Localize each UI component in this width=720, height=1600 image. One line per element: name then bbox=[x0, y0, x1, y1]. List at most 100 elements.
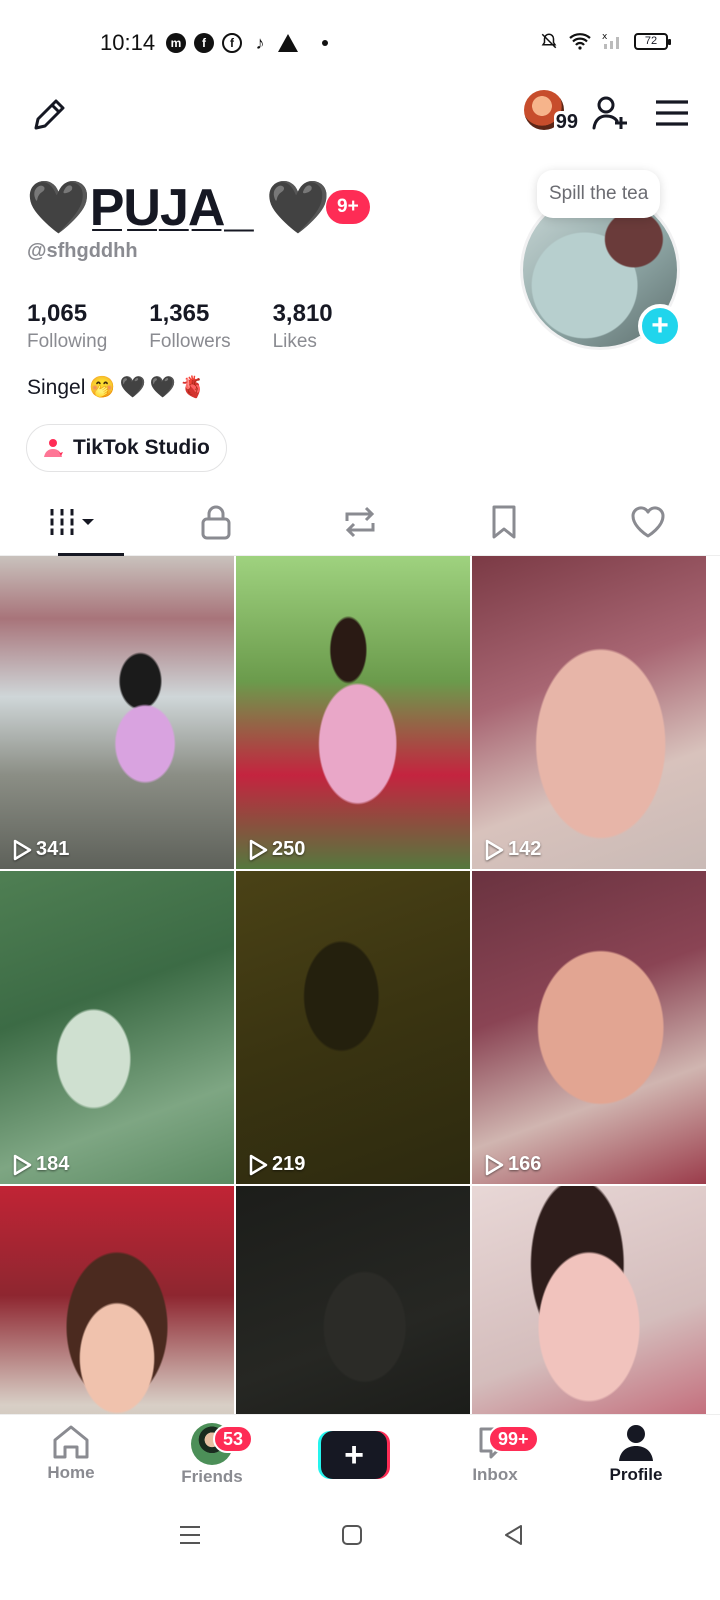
heart-icon bbox=[631, 505, 665, 537]
video-thumbnail[interactable]: 184 bbox=[0, 871, 234, 1184]
create-button[interactable]: + bbox=[318, 1431, 390, 1479]
menu-button[interactable] bbox=[650, 91, 694, 135]
video-thumbnail[interactable]: 142 bbox=[472, 556, 706, 869]
studio-icon bbox=[44, 439, 63, 457]
signal-icon: x bbox=[602, 32, 619, 49]
view-count: 250 bbox=[248, 838, 305, 861]
recents-icon bbox=[180, 1526, 200, 1544]
play-icon bbox=[13, 839, 32, 860]
bio-emoji: 🤭 bbox=[89, 376, 116, 399]
recent-apps-button[interactable] bbox=[170, 1520, 210, 1550]
nav-inbox-label: Inbox bbox=[472, 1465, 518, 1484]
add-friend-button[interactable] bbox=[588, 91, 632, 135]
followers-stat[interactable]: 1,365 Followers bbox=[149, 298, 230, 354]
system-icons: x 72 bbox=[540, 32, 671, 50]
repost-icon bbox=[345, 506, 375, 537]
tiktok-studio-button[interactable]: TikTok Studio bbox=[26, 424, 227, 472]
view-count: 166 bbox=[484, 1153, 541, 1176]
following-label: Following bbox=[27, 331, 108, 352]
system-navigation bbox=[0, 1500, 720, 1600]
facebook-icon: f bbox=[222, 33, 242, 53]
create-plus-icon: + bbox=[321, 1431, 387, 1479]
play-icon bbox=[485, 839, 504, 860]
following-stat[interactable]: 1,065 Following bbox=[27, 298, 107, 354]
tab-liked[interactable] bbox=[576, 488, 720, 555]
profile-stats: 1,065 Following 1,365 Followers 3,810 Li… bbox=[27, 298, 333, 354]
bio-emoji: 🫀 bbox=[179, 376, 207, 399]
back-button[interactable] bbox=[494, 1520, 534, 1550]
profile-header: 99 bbox=[0, 80, 720, 150]
view-count: 219 bbox=[248, 1153, 305, 1176]
video-thumbnail[interactable]: 250 bbox=[236, 556, 470, 869]
view-count-text: 142 bbox=[508, 838, 542, 860]
tab-favorites[interactable] bbox=[432, 488, 576, 555]
likes-count: 3,810 bbox=[272, 300, 333, 327]
add-story-button[interactable]: + bbox=[638, 304, 682, 348]
nav-friends-label: Friends bbox=[181, 1467, 243, 1486]
nav-home-label: Home bbox=[47, 1463, 95, 1482]
bottom-nav: Home Friends 53 + Inbox 99+ Profile bbox=[0, 1414, 720, 1500]
bio-emoji: 🖤 bbox=[149, 376, 176, 399]
messenger-icon: m bbox=[166, 33, 186, 53]
nav-inbox[interactable]: Inbox 99+ bbox=[440, 1423, 550, 1485]
view-count: 341 bbox=[12, 838, 69, 861]
home-icon bbox=[53, 1425, 89, 1459]
video-grid: 341 250 142 184 219 166 bbox=[0, 556, 720, 1414]
videos-grid-icon bbox=[46, 508, 94, 535]
tab-reposts[interactable] bbox=[288, 488, 432, 555]
profile-visitors-button[interactable]: 99 bbox=[524, 90, 580, 136]
facebook-icon: f bbox=[194, 33, 214, 53]
back-triangle-icon bbox=[505, 1525, 522, 1545]
bookmark-icon bbox=[492, 505, 516, 538]
following-count: 1,065 bbox=[27, 300, 88, 327]
friends-badge: 53 bbox=[213, 1425, 254, 1453]
video-thumbnail[interactable] bbox=[0, 1186, 234, 1414]
display-name: 🖤P̲U̲J̲A̲_ 🖤 bbox=[26, 179, 331, 237]
play-icon bbox=[249, 839, 268, 860]
nav-profile[interactable]: Profile bbox=[581, 1423, 691, 1485]
username: @sfhgddhh bbox=[27, 240, 138, 262]
spill-the-tea-tooltip[interactable]: Spill the tea bbox=[537, 170, 661, 218]
warning-icon bbox=[278, 34, 298, 52]
menu-icon bbox=[656, 100, 688, 126]
studio-label: TikTok Studio bbox=[73, 436, 210, 459]
view-count: 142 bbox=[484, 838, 541, 861]
tab-private[interactable] bbox=[144, 488, 288, 555]
video-thumbnail[interactable]: 341 bbox=[0, 556, 234, 869]
edit-profile-button[interactable] bbox=[28, 92, 72, 136]
video-thumbnail[interactable] bbox=[236, 1186, 470, 1414]
view-count-text: 341 bbox=[36, 838, 70, 860]
nav-home[interactable]: Home bbox=[16, 1423, 126, 1483]
home-system-button[interactable] bbox=[332, 1520, 372, 1550]
followers-label: Followers bbox=[149, 331, 231, 352]
bio-text: Singel bbox=[27, 376, 86, 399]
nav-friends[interactable]: Friends 53 bbox=[157, 1423, 267, 1487]
status-bar: 10:14 m f f ♪ x 72 bbox=[0, 0, 720, 80]
video-thumbnail[interactable]: 166 bbox=[472, 871, 706, 1184]
play-icon bbox=[249, 1154, 268, 1175]
notification-badge[interactable]: 9+ bbox=[326, 190, 370, 224]
tab-videos[interactable] bbox=[0, 488, 144, 556]
edit-icon bbox=[34, 99, 65, 130]
battery-indicator: 72 bbox=[634, 32, 671, 50]
likes-stat[interactable]: 3,810 Likes bbox=[273, 298, 333, 354]
dot-icon bbox=[322, 40, 328, 46]
view-count: 184 bbox=[12, 1153, 69, 1176]
view-count-text: 166 bbox=[508, 1153, 542, 1175]
profile-icon bbox=[619, 1425, 653, 1461]
add-friend-icon bbox=[592, 96, 627, 130]
content-tabs bbox=[0, 488, 720, 556]
likes-label: Likes bbox=[272, 331, 317, 352]
play-icon bbox=[485, 1154, 504, 1175]
video-thumbnail[interactable] bbox=[472, 1186, 706, 1414]
notification-icons: m f f ♪ bbox=[166, 33, 328, 53]
wifi-icon bbox=[569, 33, 591, 50]
video-thumbnail[interactable]: 219 bbox=[236, 871, 470, 1184]
view-count-text: 250 bbox=[272, 838, 306, 860]
mute-icon bbox=[541, 33, 557, 49]
inbox-badge: 99+ bbox=[488, 1425, 539, 1453]
tiktok-icon: ♪ bbox=[255, 32, 265, 53]
view-count-text: 184 bbox=[36, 1153, 70, 1175]
nav-profile-label: Profile bbox=[609, 1465, 663, 1484]
bio: Singel 🤭 🖤 🖤 🫀 bbox=[27, 376, 206, 400]
